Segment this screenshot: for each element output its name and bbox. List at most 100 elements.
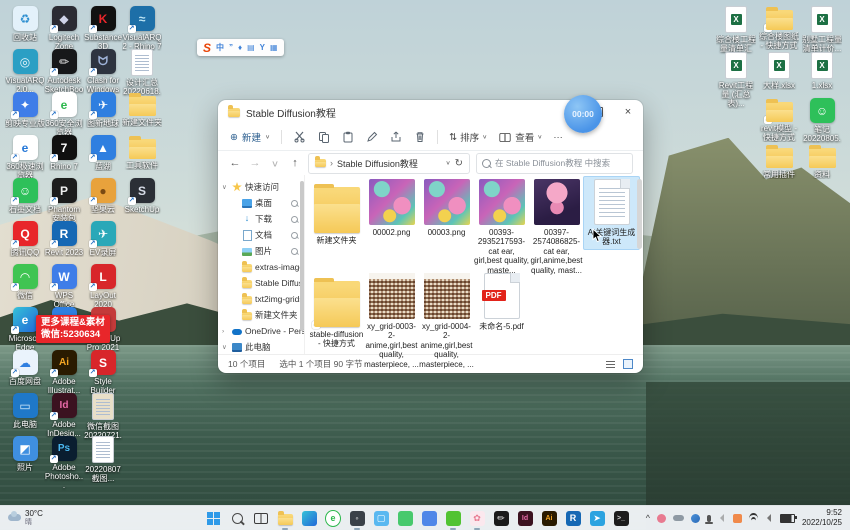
taskbar-icon-file-explorer[interactable]: [277, 510, 293, 526]
taskbar-icon-app-blue[interactable]: [421, 510, 437, 526]
desktop-icon[interactable]: L↗LayOut 2020: [83, 264, 123, 309]
sidebar-item[interactable]: ∨此电脑: [218, 339, 304, 355]
details-view-toggle[interactable]: [605, 359, 616, 370]
desktop-icon[interactable]: X别墅工程量清单计价...: [802, 6, 842, 53]
search-input[interactable]: 在 Stable Diffusion教程 中搜索: [476, 153, 633, 174]
taskbar-icon-revit[interactable]: R: [565, 510, 581, 526]
desktop-icon[interactable]: ◆↗Logitech Zone: [44, 6, 84, 51]
up-button[interactable]: ↑: [288, 157, 302, 169]
taskbar-icon-store[interactable]: ▢: [373, 510, 389, 526]
desktop-icon[interactable]: Q↗腾讯QQ: [5, 221, 45, 257]
taskbar-icon-terminal[interactable]: >_: [613, 510, 629, 526]
tray-onedrive-icon[interactable]: [673, 515, 684, 521]
tray-app-orange-icon[interactable]: [733, 514, 742, 523]
desktop-icon[interactable]: 7↗Rhino 7: [44, 135, 84, 171]
desktop-icon[interactable]: ◩照片: [5, 436, 45, 472]
sidebar-item[interactable]: ↓下载: [218, 211, 304, 227]
paste-icon[interactable]: [341, 131, 354, 144]
volume-icon[interactable]: [763, 514, 771, 522]
sidebar-item[interactable]: ∨快速访问: [218, 179, 304, 195]
file-item[interactable]: xy_grid-0004-2-anime,girl,best quality, …: [419, 273, 474, 369]
desktop-icon[interactable]: e↗360安全浏览器: [44, 92, 84, 137]
clock[interactable]: 9:52 2022/10/25: [802, 508, 842, 528]
desktop-icon[interactable]: 工具软件: [122, 135, 162, 170]
desktop-icon[interactable]: ▲↗蓝湖: [83, 135, 123, 171]
breadcrumb-path[interactable]: Stable Diffusion教程: [337, 157, 418, 170]
desktop-icon[interactable]: W↗WPS Office: [44, 264, 84, 309]
recording-timer-ball[interactable]: 00:00: [564, 95, 602, 133]
sogou-logo-icon[interactable]: S: [203, 41, 211, 55]
wifi-icon[interactable]: [749, 513, 758, 524]
grid-icon[interactable]: ▦: [270, 43, 278, 52]
file-item[interactable]: 00002.png: [364, 179, 419, 237]
desktop-icon[interactable]: K↗Substance 3D: [83, 6, 123, 51]
desktop-icon[interactable]: P↗Phantom 安装包: [44, 178, 84, 223]
desktop-icon[interactable]: Id↗Adobe InDesig...: [44, 393, 84, 438]
desktop-icon[interactable]: X1.xlsx: [802, 52, 842, 90]
taskbar-icon-app-green[interactable]: [397, 510, 413, 526]
widgets-weather-button[interactable]: 30°C 晴: [0, 510, 51, 526]
taskbar-icon-indesign[interactable]: Id: [517, 510, 533, 526]
close-button[interactable]: ×: [613, 100, 643, 124]
tray-audio-device-icon[interactable]: [691, 514, 700, 523]
taskbar-icon-browser-360[interactable]: e: [325, 510, 341, 526]
cut-icon[interactable]: [293, 131, 306, 144]
desktop-icon[interactable]: 常用插件: [759, 144, 799, 179]
more-button[interactable]: ···: [553, 132, 563, 143]
view-button[interactable]: 查看 ∨: [498, 130, 542, 144]
sidebar-item[interactable]: txt2img-grids: [218, 291, 304, 307]
desktop-icon[interactable]: Ps↗Adobe Photosho...: [44, 436, 84, 491]
desktop-icon[interactable]: X大样.xlsx: [759, 52, 799, 90]
expander-icon[interactable]: ∨: [222, 343, 229, 351]
sidebar-item[interactable]: 图片: [218, 243, 304, 259]
sidebar-item[interactable]: ›OneDrive - Pers: [218, 323, 304, 339]
file-item[interactable]: 00393-2935217593-cat ear, girl,best qual…: [474, 179, 529, 275]
back-button[interactable]: ←: [228, 157, 242, 169]
desktop-icon[interactable]: 20220807截图...: [83, 436, 123, 483]
sogou-input-toolbar[interactable]: S 中 ” ♦ ▤ Y ▦: [197, 39, 284, 56]
desktop-icon[interactable]: ✈↗EV录屏: [83, 221, 123, 257]
tray-netdisk-icon[interactable]: [657, 514, 666, 523]
desktop-icon[interactable]: ●↗坚果云: [83, 178, 123, 214]
desktop-icon[interactable]: XRevit工程量 (汇总表)...: [716, 52, 756, 109]
taskbar-icon-search[interactable]: [229, 510, 245, 526]
sidebar-scrollbar[interactable]: [300, 181, 304, 331]
desktop-icon[interactable]: ♻回收站: [5, 6, 45, 42]
sidebar-item[interactable]: Stable Diffusio: [218, 275, 304, 291]
file-item[interactable]: ↗stable-diffusion - 快捷方式: [309, 273, 364, 349]
breadcrumb[interactable]: › Stable Diffusion教程 ∨ ↻: [308, 153, 470, 174]
battery-icon[interactable]: [780, 514, 795, 523]
taskbar-icon-start[interactable]: [205, 510, 221, 526]
share-icon[interactable]: [389, 131, 402, 144]
expander-icon[interactable]: ∨: [222, 183, 229, 191]
desktop-icon[interactable]: Ai↗Adobe Illustrat...: [44, 350, 84, 395]
desktop-icon[interactable]: ◎VisualARQ 2.0...: [5, 49, 45, 94]
sidebar-item[interactable]: 新建文件夹: [218, 307, 304, 323]
taskbar-icon-app-molecule[interactable]: ✿: [469, 510, 485, 526]
desktop-icon[interactable]: ✦↗剪映专业版: [5, 92, 45, 128]
rename-icon[interactable]: [365, 131, 378, 144]
desktop-icon[interactable]: ✈↗图新地球: [83, 92, 123, 128]
desktop-icon[interactable]: 新建文件夹: [122, 92, 162, 127]
keyboard-icon[interactable]: ▤: [247, 43, 255, 52]
toolbox-icon[interactable]: Y: [260, 43, 265, 52]
new-button[interactable]: ⊕ 新建 ∨: [230, 130, 270, 144]
recent-locations-button[interactable]: ∨: [268, 158, 282, 168]
chinese-mode-icon[interactable]: 中: [216, 42, 224, 53]
taskbar-icon-task-view[interactable]: [253, 510, 269, 526]
desktop-icon[interactable]: ᗢ↗Clash for Windows: [83, 49, 123, 94]
file-item[interactable]: 00397-2574086825-cat ear, girl,anime,bes…: [529, 179, 584, 275]
desktop-icon[interactable]: S↗SketchUp: [122, 178, 162, 214]
desktop-icon[interactable]: R↗Revit 2023: [44, 221, 84, 257]
file-item[interactable]: 新建文件夹: [309, 179, 364, 245]
taskbar-icon-sketchbook[interactable]: ✏: [493, 510, 509, 526]
desktop-icon[interactable]: ☁↗百度网盘: [5, 350, 45, 386]
desktop-icon[interactable]: ↗综合楼图纸 - 快捷方式: [759, 6, 799, 50]
filelist-scrollbar[interactable]: [637, 179, 642, 249]
desktop-icon[interactable]: ↗revit模型 - 快捷方式: [759, 98, 799, 142]
taskbar-icon-ev-capture[interactable]: ◦: [349, 510, 365, 526]
forward-button[interactable]: →: [248, 157, 262, 169]
copy-icon[interactable]: [317, 131, 330, 144]
file-item[interactable]: 00003.png: [419, 179, 474, 237]
expander-icon[interactable]: ›: [222, 328, 229, 335]
